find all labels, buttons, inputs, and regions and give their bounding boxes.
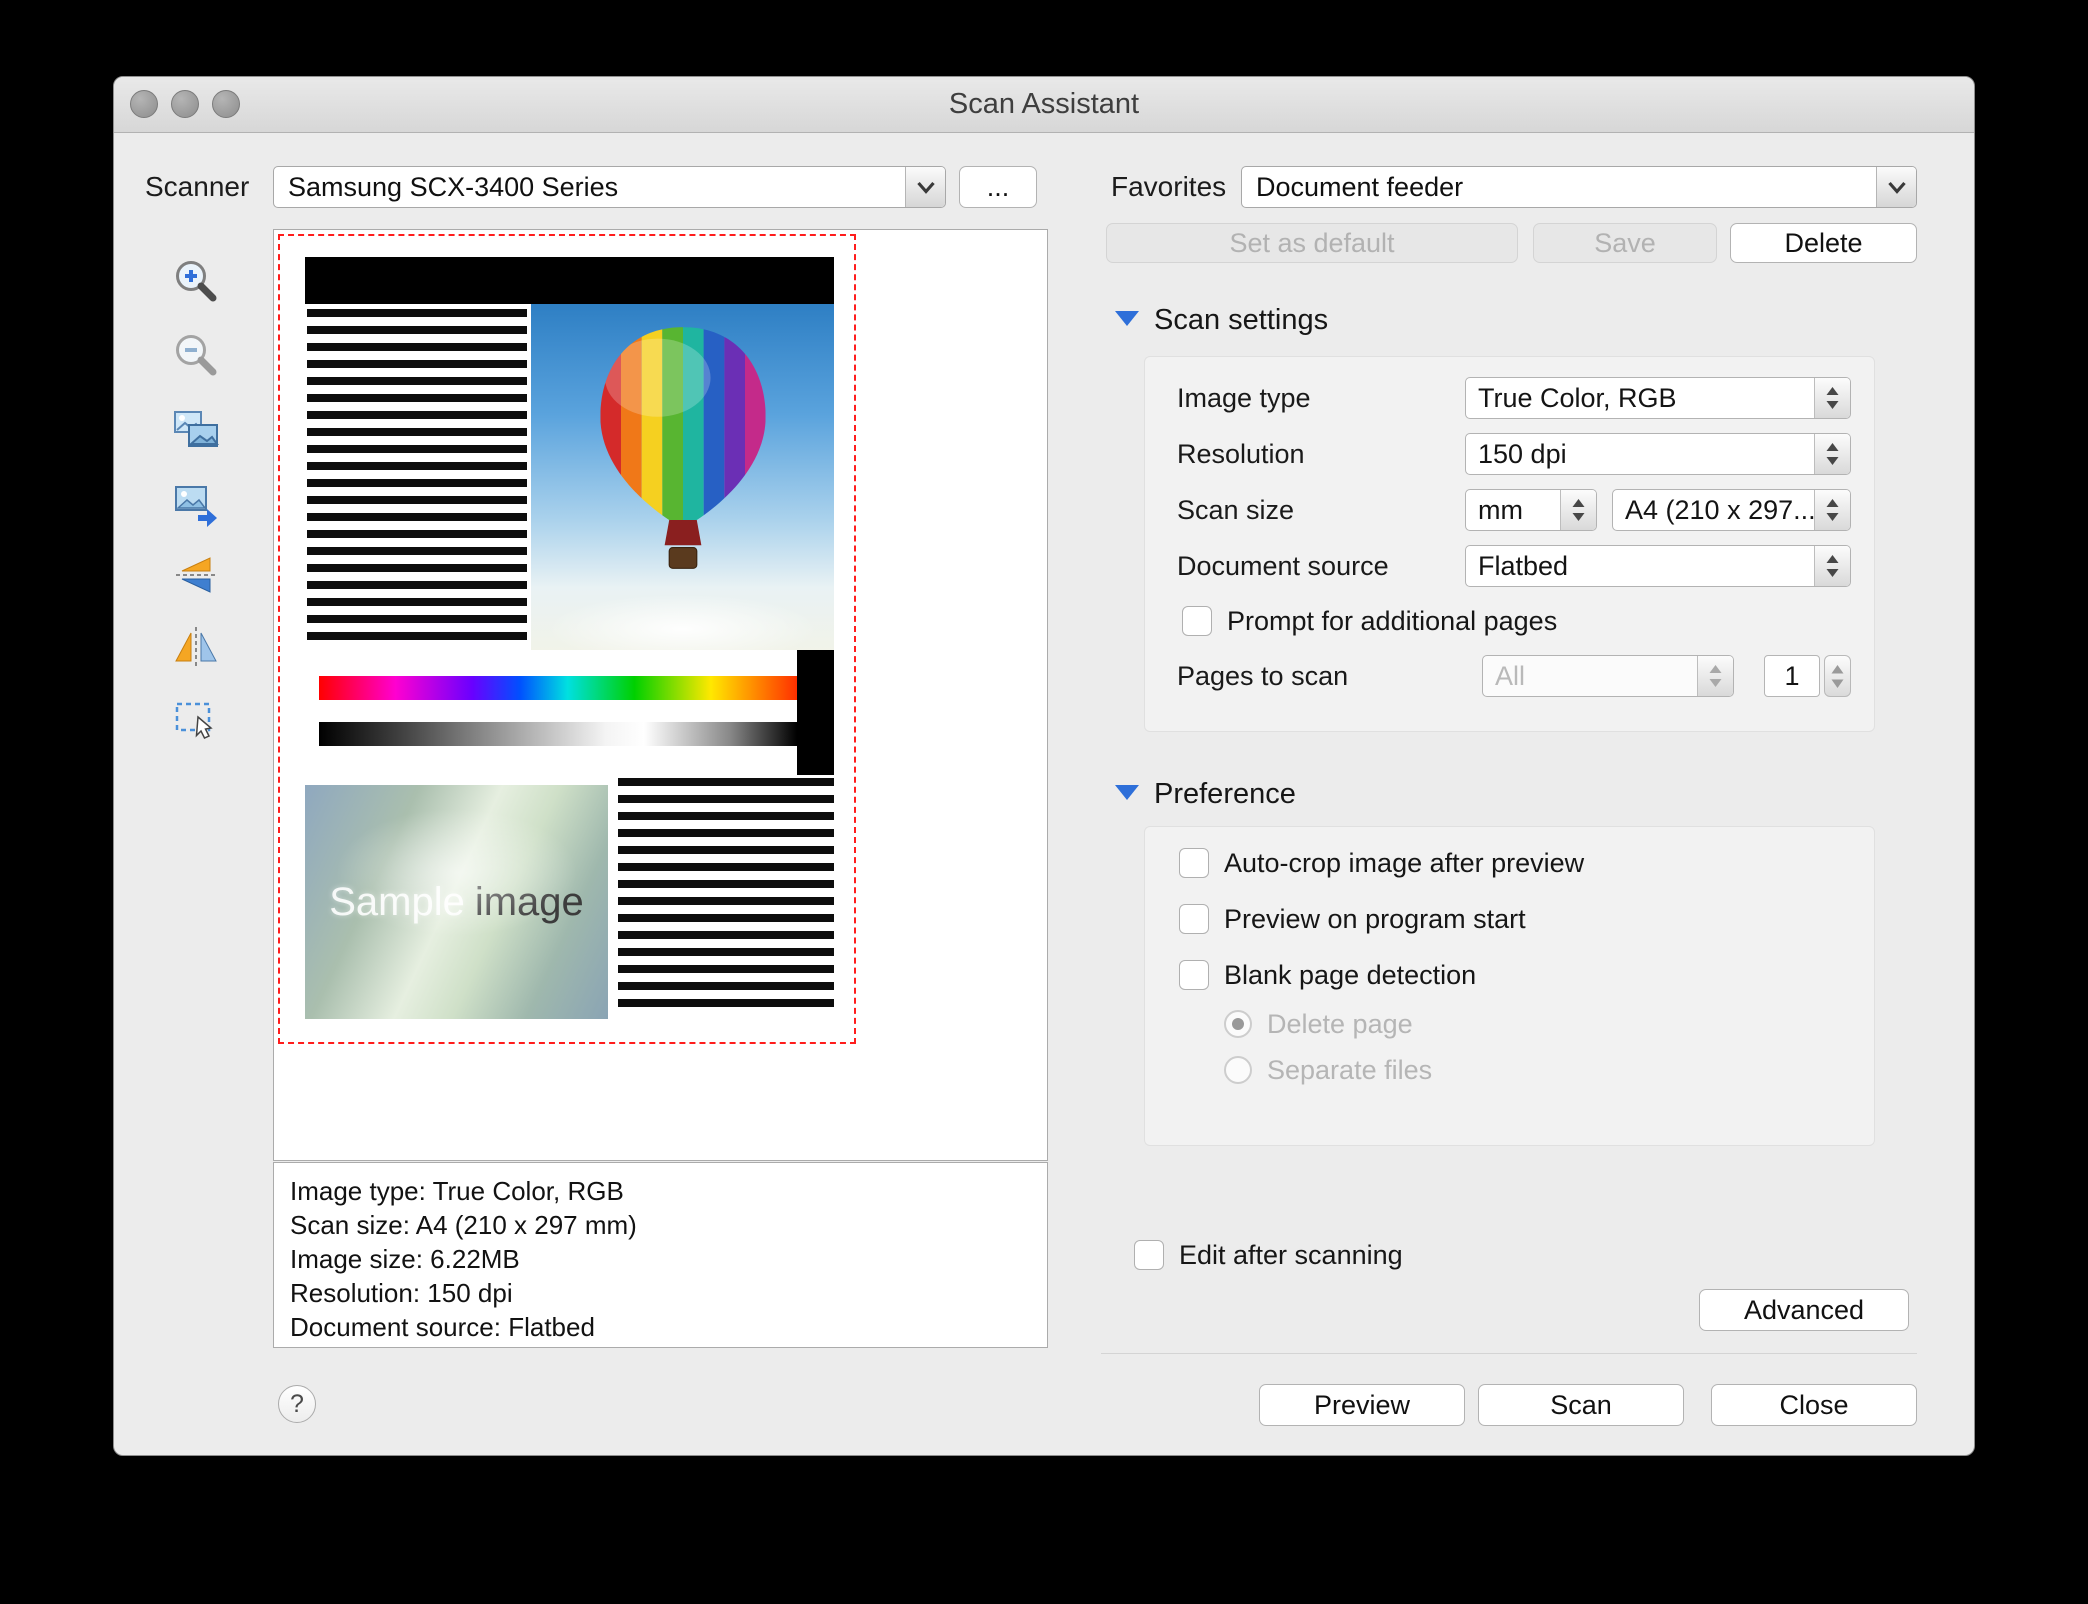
mirror-horizontal-icon[interactable] xyxy=(170,621,222,673)
favorites-label: Favorites xyxy=(1111,171,1227,202)
info-scan-size: Scan size: A4 (210 x 297 mm) xyxy=(290,1210,637,1240)
set-as-default-button[interactable]: Set as default xyxy=(1106,223,1518,263)
info-image-size: Image size: 6.22MB xyxy=(290,1244,520,1274)
favorites-select-value: Document feeder xyxy=(1256,171,1464,202)
sample-header-bar xyxy=(305,257,834,304)
preview-on-start-checkbox[interactable] xyxy=(1179,904,1209,934)
auto-crop-label: Auto-crop image after preview xyxy=(1224,847,1585,878)
popup-arrows-icon xyxy=(1814,546,1850,586)
titlebar[interactable]: Scan Assistant xyxy=(114,77,1974,133)
fit-to-window-icon[interactable] xyxy=(170,403,222,455)
sample-caption-dark: image xyxy=(474,879,584,924)
scan-size-value: A4 (210 x 297... xyxy=(1625,494,1814,525)
image-type-select[interactable]: True Color, RGB xyxy=(1465,377,1851,419)
sample-caption-light: Sample xyxy=(329,879,465,924)
popup-arrows-icon xyxy=(1814,378,1850,418)
minimize-button[interactable] xyxy=(171,90,199,118)
zoom-out-icon[interactable] xyxy=(170,329,222,381)
select-area-icon[interactable] xyxy=(170,693,222,745)
close-button[interactable] xyxy=(130,90,158,118)
separate-files-radio[interactable] xyxy=(1224,1056,1252,1084)
zoom-window-button[interactable] xyxy=(212,90,240,118)
grayscale-gradient-bar xyxy=(319,722,797,746)
document-source-label: Document source xyxy=(1177,551,1389,581)
sample-text-block-bottom xyxy=(618,775,834,1021)
separate-files-label: Separate files xyxy=(1267,1054,1433,1085)
document-source-select[interactable]: Flatbed xyxy=(1465,545,1851,587)
info-document-source: Document source: Flatbed xyxy=(290,1312,595,1342)
preference-disclosure-icon[interactable] xyxy=(1115,785,1139,800)
chevron-down-icon xyxy=(1876,167,1916,207)
actual-size-icon[interactable] xyxy=(170,477,222,529)
close-button-footer[interactable]: Close xyxy=(1711,1384,1917,1426)
scan-info-box: Image type: True Color, RGB Scan size: A… xyxy=(273,1162,1048,1348)
edit-after-scanning-checkbox[interactable] xyxy=(1134,1240,1164,1270)
scan-settings-title: Scan settings xyxy=(1154,304,1329,336)
auto-crop-checkbox[interactable] xyxy=(1179,848,1209,878)
chevron-down-icon xyxy=(905,167,945,207)
advanced-button[interactable]: Advanced xyxy=(1699,1289,1909,1331)
preview-area[interactable]: Sample image xyxy=(273,229,1048,1161)
info-image-type: Image type: True Color, RGB xyxy=(290,1176,624,1206)
preview-sample-page: Sample image xyxy=(305,257,834,1021)
document-source-value: Flatbed xyxy=(1478,550,1569,581)
popup-arrows-icon xyxy=(1697,656,1733,696)
pages-to-scan-value: All xyxy=(1495,660,1526,691)
resolution-select[interactable]: 150 dpi xyxy=(1465,433,1851,475)
help-button[interactable]: ? xyxy=(278,1385,316,1423)
preview-on-start-label: Preview on program start xyxy=(1224,903,1526,934)
popup-arrows-icon xyxy=(1560,490,1596,530)
zoom-in-icon[interactable] xyxy=(170,255,222,307)
scan-settings-disclosure-icon[interactable] xyxy=(1115,311,1139,326)
black-column xyxy=(797,650,834,775)
scan-assistant-window: Scan Assistant Scanner Samsung SCX-3400 … xyxy=(113,76,1975,1456)
delete-page-radio[interactable] xyxy=(1224,1010,1252,1038)
scan-size-label: Scan size xyxy=(1177,495,1295,525)
save-button[interactable]: Save xyxy=(1533,223,1717,263)
sample-text-block-top xyxy=(305,304,531,650)
favorites-select[interactable]: Document feeder xyxy=(1241,166,1917,208)
preference-panel: Auto-crop image after preview Preview on… xyxy=(1144,826,1875,1146)
scanner-label: Scanner xyxy=(145,171,250,202)
traffic-lights xyxy=(130,90,240,118)
calibration-bars xyxy=(305,650,834,775)
blank-page-detection-checkbox[interactable] xyxy=(1179,960,1209,990)
scanner-browse-button[interactable]: ... xyxy=(959,166,1037,208)
edit-after-scanning-label: Edit after scanning xyxy=(1179,1239,1403,1270)
scan-button[interactable]: Scan xyxy=(1478,1384,1684,1426)
scan-size-select[interactable]: A4 (210 x 297... xyxy=(1612,489,1851,531)
scan-size-unit-value: mm xyxy=(1478,494,1523,525)
scanner-select-value: Samsung SCX-3400 Series xyxy=(288,171,619,202)
scan-settings-panel: Image type True Color, RGB Resolution 15… xyxy=(1144,356,1875,732)
scan-selection-rect[interactable]: Sample image xyxy=(278,234,856,1044)
scanner-select[interactable]: Samsung SCX-3400 Series xyxy=(273,166,946,208)
window-title: Scan Assistant xyxy=(948,88,1140,120)
info-resolution: Resolution: 150 dpi xyxy=(290,1278,513,1308)
image-type-label: Image type xyxy=(1177,383,1311,413)
popup-arrows-icon xyxy=(1814,490,1850,530)
page-count-stepper[interactable] xyxy=(1824,655,1851,697)
preview-button[interactable]: Preview xyxy=(1259,1384,1465,1426)
delete-button[interactable]: Delete xyxy=(1730,223,1917,263)
prompt-additional-pages-checkbox[interactable] xyxy=(1182,606,1212,636)
hot-air-balloon-icon xyxy=(599,327,766,569)
pages-to-scan-label: Pages to scan xyxy=(1177,661,1349,691)
pages-to-scan-select[interactable]: All xyxy=(1482,655,1734,697)
sample-image-photo: Sample image xyxy=(305,785,608,1019)
color-gradient-bar xyxy=(319,676,797,700)
scan-size-unit-select[interactable]: mm xyxy=(1465,489,1597,531)
preference-title: Preference xyxy=(1154,778,1296,810)
footer-divider xyxy=(1101,1353,1917,1354)
blank-page-detection-label: Blank page detection xyxy=(1224,959,1477,990)
popup-arrows-icon xyxy=(1814,434,1850,474)
balloon-photo xyxy=(531,304,834,650)
resolution-value: 150 dpi xyxy=(1478,438,1567,469)
prompt-additional-pages-label: Prompt for additional pages xyxy=(1227,605,1558,636)
page-count-field[interactable]: 1 xyxy=(1764,655,1820,697)
delete-page-label: Delete page xyxy=(1267,1008,1413,1039)
resolution-label: Resolution xyxy=(1177,439,1305,469)
image-type-value: True Color, RGB xyxy=(1478,382,1677,413)
flip-vertical-icon[interactable] xyxy=(170,549,222,601)
